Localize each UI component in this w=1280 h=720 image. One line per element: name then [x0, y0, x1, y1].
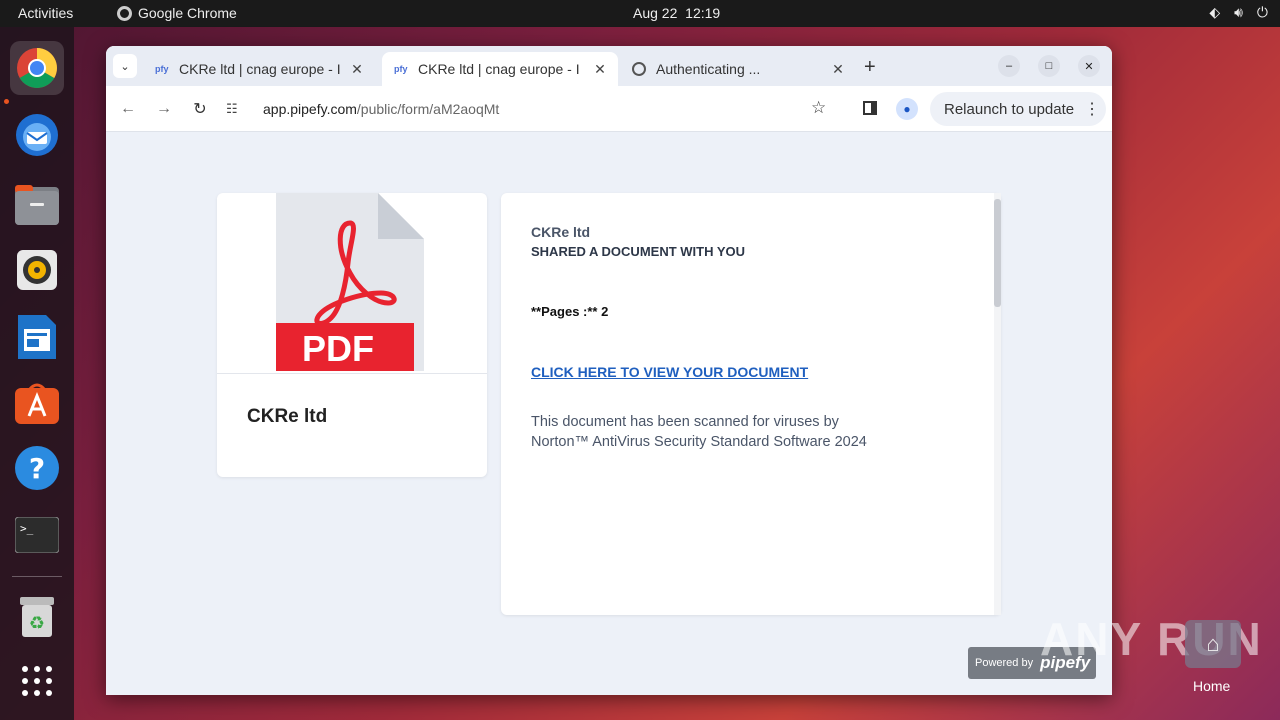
pdf-preview: PDF: [217, 193, 487, 374]
home-folder-icon[interactable]: ⌂: [1185, 620, 1241, 668]
running-indicator: [4, 99, 9, 104]
app-name-label: Google Chrome: [138, 5, 237, 21]
terminal-icon: >_: [15, 517, 59, 553]
arrow-right-icon: →: [156, 100, 172, 117]
dock-separator: [12, 576, 62, 577]
dock-help[interactable]: ?: [10, 441, 64, 495]
svg-text:>_: >_: [20, 522, 34, 535]
tab-1[interactable]: pfy CKRe ltd | cnag europe - I ✕: [143, 52, 375, 86]
url-text: app.pipefy.com/public/form/aM2aoqMt: [263, 101, 499, 117]
maximize-icon: □: [1045, 60, 1053, 72]
tab-2-active[interactable]: pfy CKRe ltd | cnag europe - I ✕: [382, 52, 618, 86]
rhythmbox-icon: [17, 250, 57, 290]
files-icon: [15, 185, 59, 225]
profile-avatar-icon[interactable]: ●: [896, 98, 918, 120]
relaunch-button[interactable]: Relaunch to update ⋮: [930, 92, 1106, 126]
view-document-link[interactable]: CLICK HERE TO VIEW YOUR DOCUMENT: [531, 364, 808, 380]
sender-name: CKRe ltd: [531, 224, 591, 240]
company-name: CKRe ltd: [247, 406, 328, 427]
relaunch-label: Relaunch to update: [944, 100, 1075, 118]
forward-button[interactable]: →: [152, 97, 176, 121]
app-grid-icon: [22, 666, 52, 696]
svg-text:?: ?: [29, 452, 45, 485]
page-content: PDF CKRe ltd CKRe ltd SHARED A DOCUMENT …: [106, 132, 1112, 695]
tab-title: Authenticating ...: [656, 61, 761, 77]
dock: ? >_ ♻: [0, 27, 74, 720]
pdf-label: PDF: [302, 328, 374, 369]
shared-heading: SHARED A DOCUMENT WITH YOU: [531, 244, 746, 259]
scrollbar-thumb[interactable]: [994, 199, 1001, 307]
document-card: PDF CKRe ltd: [217, 193, 487, 477]
system-tray[interactable]: ⬖ 🔊︎ ⏻: [1209, 4, 1268, 21]
reload-icon: ↻: [193, 101, 207, 118]
close-icon[interactable]: ✕: [828, 61, 848, 78]
dock-chrome[interactable]: [10, 41, 64, 95]
clock-date: Aug 22: [633, 5, 678, 21]
scan-notice-line-2: Norton™ AntiVirus Security Standard Soft…: [531, 434, 867, 450]
browser-window: ⌄ pfy CKRe ltd | cnag europe - I ✕ pfy C…: [106, 46, 1112, 695]
arrow-left-icon: ←: [120, 100, 136, 117]
page-count: **Pages :** 2: [531, 304, 609, 319]
dock-terminal[interactable]: >_: [10, 508, 64, 562]
tab-3[interactable]: Authenticating ... ✕: [620, 52, 856, 86]
chevron-down-icon: ⌄: [120, 60, 130, 73]
new-tab-button[interactable]: +: [864, 56, 876, 79]
trash-icon: ♻: [20, 597, 54, 637]
side-panel-icon[interactable]: [863, 101, 877, 115]
activities-button[interactable]: Activities: [18, 5, 73, 21]
app-menu[interactable]: Google Chrome: [117, 5, 237, 21]
tab-title: CKRe ltd | cnag europe - I: [179, 61, 341, 77]
address-bar[interactable]: ☷ app.pipefy.com/public/form/aM2aoqMt: [226, 91, 846, 127]
bookmark-star-icon[interactable]: ☆: [811, 98, 826, 118]
url-host: app.pipefy.com: [263, 101, 357, 117]
dock-app-center[interactable]: [10, 375, 64, 429]
help-icon: ?: [15, 446, 59, 490]
chrome-icon: [117, 5, 132, 21]
top-bar: Activities Google Chrome Aug 22 12:19 ⬖ …: [0, 0, 1280, 27]
writer-icon: [18, 315, 56, 359]
url-path: /public/form/aM2aoqMt: [356, 101, 500, 117]
maximize-button[interactable]: □: [1038, 55, 1060, 77]
powered-by-label: Powered by: [975, 657, 1034, 669]
close-icon[interactable]: ✕: [590, 61, 610, 78]
close-window-button[interactable]: ✕: [1078, 55, 1100, 77]
dock-thunderbird[interactable]: [10, 108, 64, 162]
more-vertical-icon: ⋮: [1084, 101, 1101, 118]
scan-notice: This document has been scanned for virus…: [531, 412, 911, 452]
dock-rhythmbox[interactable]: [10, 243, 64, 297]
svg-text:♻: ♻: [29, 613, 45, 634]
message-card: CKRe ltd SHARED A DOCUMENT WITH YOU **Pa…: [501, 193, 1001, 615]
dock-writer[interactable]: [10, 310, 64, 364]
dock-show-apps[interactable]: [10, 654, 64, 708]
home-folder-label: Home: [1193, 678, 1231, 694]
pipefy-favicon-icon: pfy: [155, 64, 169, 74]
network-icon: ⬖: [1209, 4, 1221, 20]
thunderbird-icon: [16, 114, 58, 156]
globe-icon: [632, 62, 646, 76]
site-settings-icon[interactable]: ☷: [226, 101, 250, 117]
minimize-button[interactable]: –: [998, 55, 1020, 77]
clock-time: 12:19: [685, 5, 721, 21]
app-center-icon: [15, 383, 59, 424]
reload-button[interactable]: ↻: [188, 97, 212, 121]
close-icon[interactable]: ✕: [347, 61, 367, 78]
tab-strip: ⌄ pfy CKRe ltd | cnag europe - I ✕ pfy C…: [106, 46, 1112, 86]
plus-icon: +: [864, 56, 876, 78]
pipefy-favicon-icon: pfy: [394, 64, 408, 74]
volume-icon: 🔊︎: [1234, 4, 1243, 20]
close-icon: ✕: [1084, 60, 1094, 73]
dock-trash[interactable]: ♻: [10, 590, 64, 644]
dock-files[interactable]: [10, 178, 64, 232]
scan-notice-line-1: This document has been scanned for virus…: [531, 414, 839, 430]
power-icon: ⏻: [1256, 4, 1268, 20]
chrome-icon: [17, 48, 57, 88]
tab-search-button[interactable]: ⌄: [113, 54, 137, 78]
clock[interactable]: Aug 22 12:19: [633, 5, 720, 21]
minimize-icon: –: [1005, 60, 1013, 72]
tab-title: CKRe ltd | cnag europe - I: [418, 61, 580, 77]
browser-toolbar: ← → ↻ ☷ app.pipefy.com/public/form/aM2ao…: [106, 86, 1112, 132]
back-button[interactable]: ←: [116, 97, 140, 121]
